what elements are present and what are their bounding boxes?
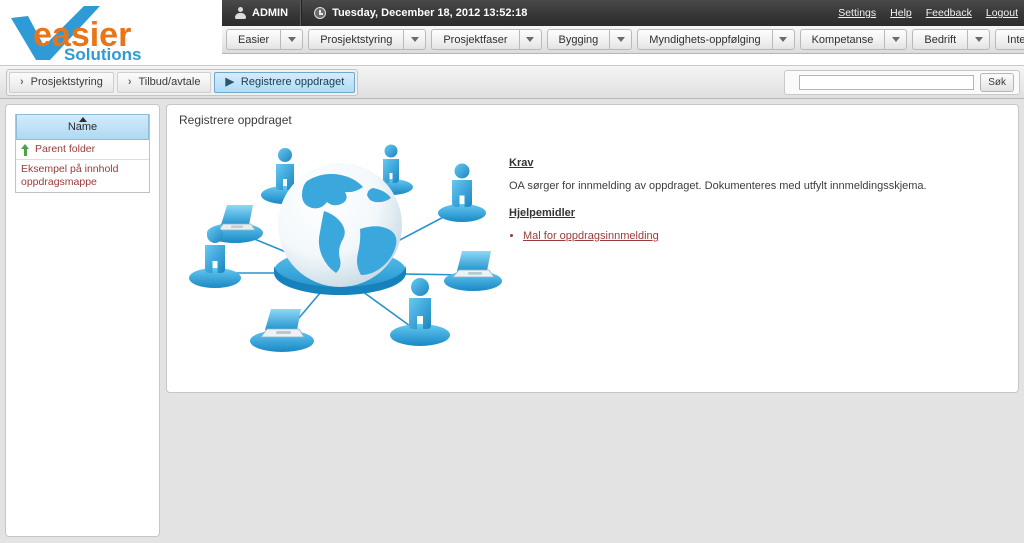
menu-group-prosjektstyring: Prosjektstyring xyxy=(308,29,427,50)
menu-dropdown-prosjektstyring[interactable] xyxy=(403,29,427,50)
clock-icon xyxy=(314,7,327,19)
main-content-panel: Registrere oppdraget Krav OA sørger for … xyxy=(166,104,1019,393)
admin-bar-links: Settings Help Feedback Logout xyxy=(838,0,1018,26)
folder-row-label: Parent folder xyxy=(35,143,96,155)
chevron-right-icon: › xyxy=(20,75,24,88)
link-mal-for-oppdragsinnmelding[interactable]: Mal for oppdragsinnmelding xyxy=(523,230,659,242)
folder-table-header-name[interactable]: Name xyxy=(16,114,149,140)
breadcrumb-label: Tilbud/avtale xyxy=(138,76,201,88)
admin-user-label: ADMIN xyxy=(252,7,289,19)
section-paragraph-krav: OA sørger for innmelding av oppdraget. D… xyxy=(509,180,927,192)
green-up-arrow-icon xyxy=(21,144,30,156)
sort-ascending-icon xyxy=(78,117,87,122)
menu-item-internt[interactable]: Internt xyxy=(995,29,1024,50)
breadcrumb-bar: › Prosjektstyring › Tilbud/avtale ▶ Regi… xyxy=(0,65,1024,99)
chevron-down-icon xyxy=(616,37,625,42)
menu-group-myndighets-oppfolging: Myndighets-oppfølging xyxy=(637,29,795,50)
list-item: Mal for oppdragsinnmelding xyxy=(523,229,1012,244)
menu-group-kompetanse: Kompetanse xyxy=(799,29,908,50)
chevron-down-icon xyxy=(287,37,296,42)
menu-group-bygging: Bygging xyxy=(546,29,633,50)
menu-dropdown-bedrift[interactable] xyxy=(967,29,991,50)
chevron-down-icon xyxy=(526,37,535,42)
admin-bar: ADMIN Tuesday, December 18, 2012 13:52:1… xyxy=(222,0,1024,27)
chevron-down-icon xyxy=(410,37,419,42)
breadcrumb-label: Prosjektstyring xyxy=(30,76,103,88)
top-zone: easier Solutions ADMIN Tuesday, December… xyxy=(0,0,1024,65)
search-area: Søk xyxy=(784,70,1020,95)
table-row[interactable]: Eksempel på innhold oppdragsmappe xyxy=(16,160,149,192)
global-network-illustration xyxy=(177,133,507,378)
menu-item-myndighets-oppfolging[interactable]: Myndighets-oppfølging xyxy=(637,29,772,50)
breadcrumb-item-tilbud-avtale[interactable]: › Tilbud/avtale xyxy=(116,71,212,93)
folder-row-label: Eksempel på innhold oppdragsmappe xyxy=(21,163,119,188)
breadcrumb: › Prosjektstyring › Tilbud/avtale ▶ Regi… xyxy=(6,68,359,96)
admin-datetime: Tuesday, December 18, 2012 13:52:18 xyxy=(302,0,539,26)
workspace: Name Parent folder Eksempel på innhold o… xyxy=(0,99,1024,542)
link-logout[interactable]: Logout xyxy=(986,7,1018,19)
link-settings[interactable]: Settings xyxy=(838,7,876,19)
breadcrumb-label: Registrere oppdraget xyxy=(240,76,345,88)
menu-dropdown-myndighets-oppfolging[interactable] xyxy=(771,29,795,50)
menu-item-easier[interactable]: Easier xyxy=(226,29,281,50)
chevron-right-icon: › xyxy=(127,75,132,88)
svg-text:Solutions: Solutions xyxy=(64,45,141,64)
menu-item-prosjektfaser[interactable]: Prosjektfaser xyxy=(431,29,519,50)
chevron-down-icon xyxy=(891,37,900,42)
link-feedback[interactable]: Feedback xyxy=(926,7,972,19)
triangle-right-icon: ▶ xyxy=(225,75,234,88)
section-heading-krav: Krav xyxy=(509,157,534,169)
chevron-down-icon xyxy=(974,37,983,42)
link-help[interactable]: Help xyxy=(890,7,912,19)
admin-bar-left: ADMIN Tuesday, December 18, 2012 13:52:1… xyxy=(222,0,539,26)
menu-item-kompetanse[interactable]: Kompetanse xyxy=(799,29,885,50)
breadcrumb-item-prosjektstyring[interactable]: › Prosjektstyring xyxy=(9,71,114,93)
hjelpemidler-link-list: Mal for oppdragsinnmelding xyxy=(509,229,1012,244)
menu-group-bedrift: Bedrift xyxy=(912,29,991,50)
menu-dropdown-prosjektfaser[interactable] xyxy=(518,29,542,50)
breadcrumb-item-registrere-oppdraget[interactable]: ▶ Registrere oppdraget xyxy=(214,71,356,93)
section-heading-hjelpemidler: Hjelpemidler xyxy=(509,207,576,219)
menu-item-bygging[interactable]: Bygging xyxy=(546,29,610,50)
menu-group-prosjektfaser: Prosjektfaser xyxy=(431,29,542,50)
admin-user[interactable]: ADMIN xyxy=(222,0,300,26)
menu-group-internt: Internt xyxy=(995,29,1024,50)
admin-datetime-label: Tuesday, December 18, 2012 13:52:18 xyxy=(332,7,528,19)
sidebar-panel: Name Parent folder Eksempel på innhold o… xyxy=(5,104,160,537)
menu-dropdown-kompetanse[interactable] xyxy=(884,29,908,50)
menu-dropdown-easier[interactable] xyxy=(280,29,304,50)
menu-item-bedrift[interactable]: Bedrift xyxy=(912,29,968,50)
table-row[interactable]: Parent folder xyxy=(16,140,149,160)
menu-item-prosjektstyring[interactable]: Prosjektstyring xyxy=(308,29,404,50)
chevron-down-icon xyxy=(779,37,788,42)
main-menu-bar: Easier Prosjektstyring Prosjektfaser Byg… xyxy=(222,26,1024,54)
menu-dropdown-bygging[interactable] xyxy=(609,29,633,50)
content-body: Krav OA sørger for innmelding av oppdrag… xyxy=(167,133,1018,378)
folder-table-header-label: Name xyxy=(67,121,98,133)
menu-group-easier: Easier xyxy=(226,29,304,50)
search-button[interactable]: Søk xyxy=(980,73,1014,92)
brand-logo[interactable]: easier Solutions xyxy=(6,2,216,64)
person-icon xyxy=(234,7,246,19)
page-title: Registrere oppdraget xyxy=(179,113,292,127)
search-input[interactable] xyxy=(799,75,975,90)
content-text-column: Krav OA sørger for innmelding av oppdrag… xyxy=(507,133,1012,244)
folder-table: Name Parent folder Eksempel på innhold o… xyxy=(15,114,150,193)
